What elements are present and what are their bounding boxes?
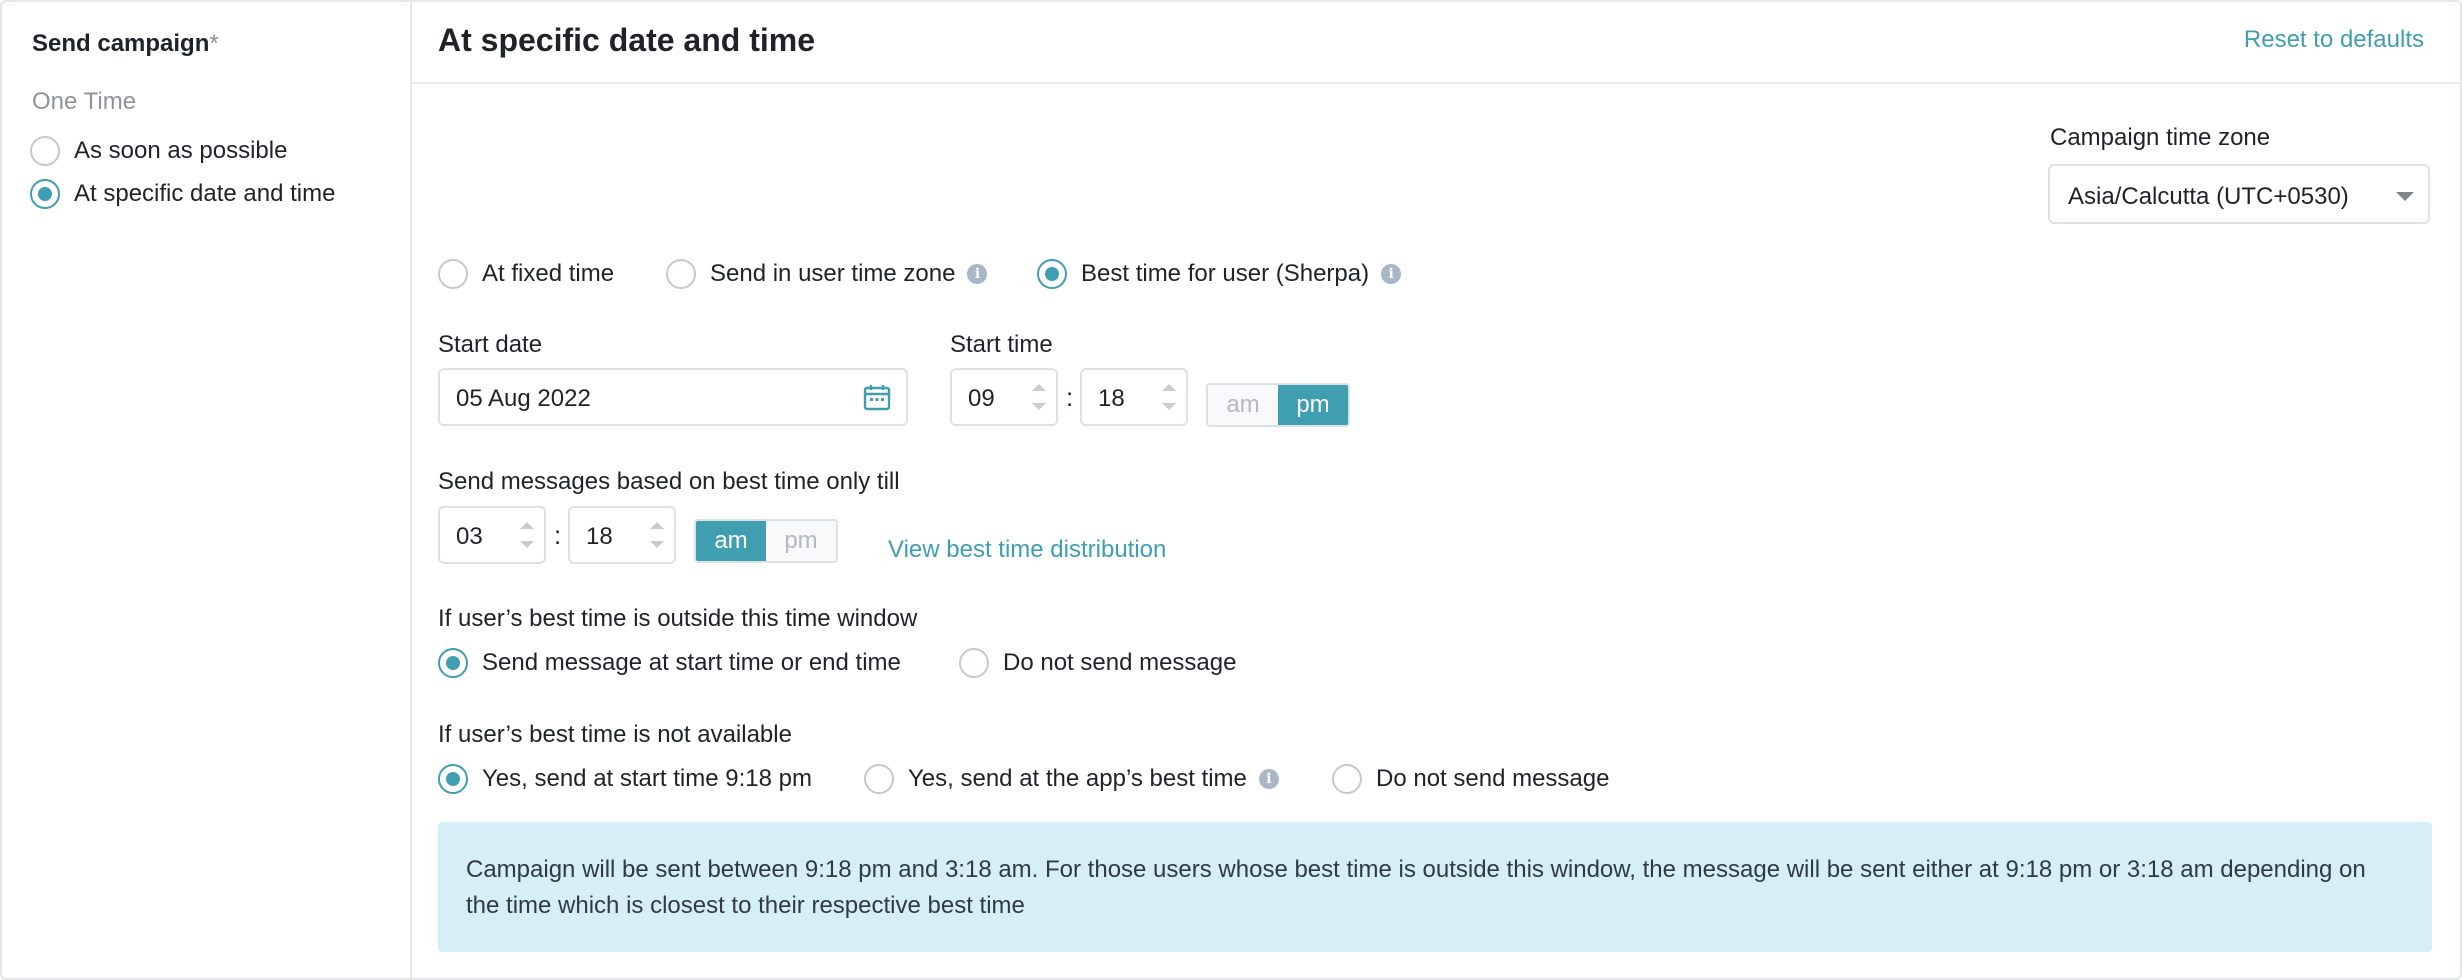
reset-to-defaults-link[interactable]: Reset to defaults [2244, 26, 2424, 54]
mode-label: Best time for user (Sherpa) [1081, 260, 1370, 287]
radio-at-specific-date-time[interactable] [30, 179, 60, 209]
option-as-soon-as-possible[interactable]: As soon as possible [30, 136, 287, 166]
option-label: As soon as possible [74, 137, 288, 164]
option-label: Yes, send at the app’s best time [908, 765, 1247, 792]
page-title: At specific date and time [438, 22, 815, 58]
end-time-label: Send messages based on best time only ti… [438, 468, 900, 495]
info-icon[interactable]: i [1258, 769, 1279, 789]
stepper-arrows[interactable] [520, 518, 534, 552]
start-date-label: Start date [438, 331, 543, 358]
schedule-summary-note: Campaign will be sent between 9:18 pm an… [438, 822, 2432, 952]
radio-user-time-zone[interactable] [666, 259, 696, 289]
radio-na-do-not-send[interactable] [1332, 764, 1362, 794]
radio-send-start-or-end[interactable] [438, 648, 468, 678]
outside-do-not-send[interactable]: Do not send message [959, 648, 1236, 678]
time-separator: : [554, 520, 562, 550]
stepper-arrows[interactable] [1032, 380, 1046, 414]
radio-as-soon-as-possible[interactable] [30, 136, 60, 166]
one-time-section-label: One Time [32, 88, 137, 115]
option-label: Send message at start time or end time [482, 649, 901, 676]
option-label: At specific date and time [74, 180, 336, 207]
not-available-label: If user’s best time is not available [438, 721, 792, 748]
start-date-input[interactable]: 05 Aug 2022 [438, 368, 908, 426]
end-hour-value: 03 [456, 523, 483, 550]
send-campaign-sidebar: Send campaign* One Time As soon as possi… [2, 2, 412, 978]
mode-fixed-time[interactable]: At fixed time [438, 259, 614, 289]
outside-window-label: If user’s best time is outside this time… [438, 605, 918, 632]
timezone-value: Asia/Calcutta (UTC+0530) [2068, 183, 2349, 210]
mode-label: Send in user time zone [710, 260, 956, 287]
start-time-label: Start time [950, 331, 1053, 358]
radio-fixed-time[interactable] [438, 259, 468, 289]
campaign-schedule-panel: Send campaign* One Time As soon as possi… [0, 0, 2462, 980]
mode-user-time-zone[interactable]: Send in user time zone i [666, 259, 988, 289]
radio-best-time-sherpa[interactable] [1037, 259, 1067, 289]
start-date-value: 05 Aug 2022 [456, 385, 591, 412]
timezone-select[interactable]: Asia/Calcutta (UTC+0530) [2048, 164, 2430, 224]
send-campaign-title-text: Send campaign [32, 30, 210, 57]
start-minute-stepper[interactable]: 18 [1080, 368, 1188, 426]
end-ampm-toggle: am pm [694, 519, 838, 563]
start-ampm-toggle: am pm [1206, 383, 1350, 427]
start-hour-value: 09 [968, 385, 995, 412]
na-send-at-start-time[interactable]: Yes, send at start time 9:18 pm [438, 764, 812, 794]
start-pm-button[interactable]: pm [1278, 385, 1348, 425]
option-label: Do not send message [1003, 649, 1237, 676]
start-minute-value: 18 [1098, 385, 1125, 412]
calendar-icon[interactable] [862, 382, 892, 412]
mode-best-time-sherpa[interactable]: Best time for user (Sherpa) i [1037, 259, 1402, 289]
end-minute-stepper[interactable]: 18 [568, 506, 676, 564]
end-am-button[interactable]: am [696, 521, 766, 561]
outside-send-start-or-end[interactable]: Send message at start time or end time [438, 648, 901, 678]
end-pm-button[interactable]: pm [766, 521, 836, 561]
radio-outside-do-not-send[interactable] [959, 648, 989, 678]
na-do-not-send[interactable]: Do not send message [1332, 764, 1609, 794]
end-minute-value: 18 [586, 523, 613, 550]
chevron-down-icon [2396, 192, 2414, 201]
send-campaign-title: Send campaign* [32, 30, 219, 58]
stepper-arrows[interactable] [650, 518, 664, 552]
radio-send-at-app-best-time[interactable] [864, 764, 894, 794]
timezone-label: Campaign time zone [2050, 124, 2271, 151]
option-label: Do not send message [1376, 765, 1610, 792]
time-separator: : [1066, 382, 1074, 412]
stepper-arrows[interactable] [1162, 380, 1176, 414]
option-label: Yes, send at start time 9:18 pm [482, 765, 812, 792]
start-am-button[interactable]: am [1208, 385, 1278, 425]
radio-send-at-start-time[interactable] [438, 764, 468, 794]
info-icon[interactable]: i [967, 264, 988, 284]
option-at-specific-date-time[interactable]: At specific date and time [30, 179, 335, 209]
required-mark: * [209, 30, 219, 57]
end-hour-stepper[interactable]: 03 [438, 506, 546, 564]
info-icon[interactable]: i [1381, 264, 1402, 284]
main-header: At specific date and time Reset to defau… [412, 2, 2460, 84]
na-send-at-app-best-time[interactable]: Yes, send at the app’s best time i [864, 764, 1279, 794]
view-best-time-distribution-link[interactable]: View best time distribution [888, 536, 1166, 564]
mode-label: At fixed time [482, 260, 615, 287]
start-hour-stepper[interactable]: 09 [950, 368, 1058, 426]
